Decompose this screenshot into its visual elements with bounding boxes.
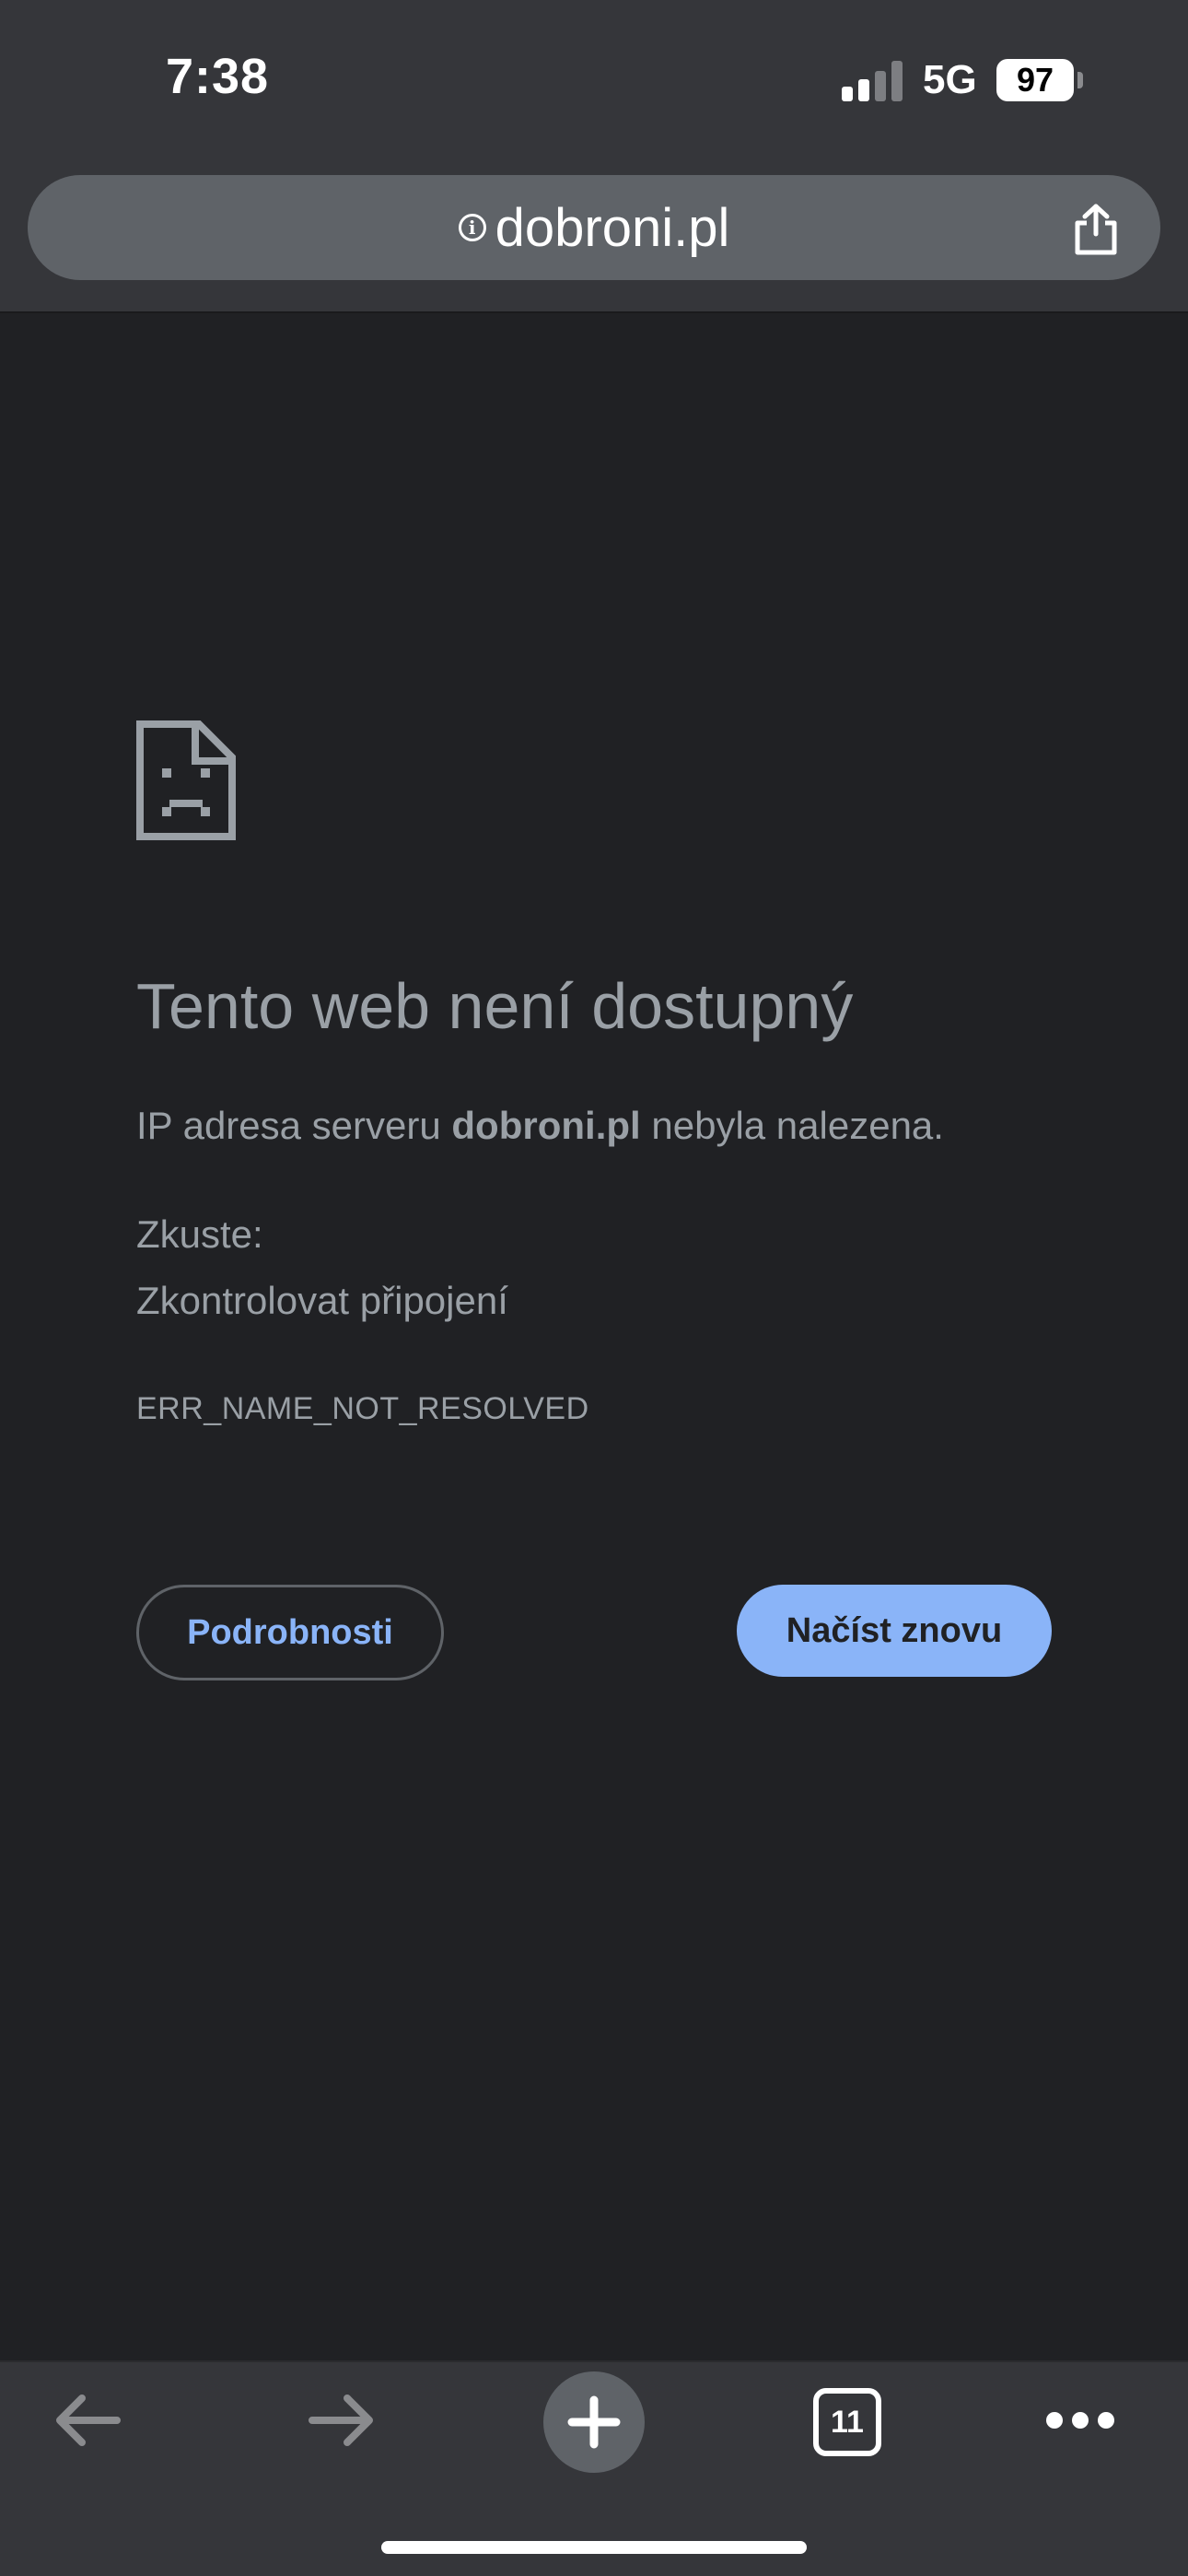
status-time: 7:38 — [166, 49, 270, 104]
sad-page-icon — [136, 720, 236, 840]
network-type: 5G — [923, 57, 977, 102]
address-bar-content: i dobroni.pl — [28, 175, 1160, 280]
suggestion-item: Zkontrolovat připojení — [136, 1279, 508, 1322]
error-title: Tento web není dostupný — [136, 970, 854, 1042]
browser-screen: 7:38 5G 97 i dobroni.pl Tento web není d… — [0, 0, 1188, 2576]
share-icon[interactable] — [1070, 203, 1122, 256]
cellular-signal-icon — [842, 61, 904, 101]
error-desc-prefix: IP adresa serveru — [136, 1104, 452, 1147]
reload-button[interactable]: Načíst znovu — [737, 1585, 1052, 1677]
tab-switcher-button[interactable]: 11 — [813, 2388, 881, 2456]
error-desc-suffix: nebyla nalezena. — [640, 1104, 944, 1147]
error-description: IP adresa serveru dobroni.pl nebyla nale… — [136, 1104, 944, 1148]
battery-level: 97 — [996, 59, 1074, 101]
plus-icon — [567, 2395, 621, 2449]
new-tab-button[interactable] — [543, 2371, 645, 2473]
error-desc-domain: dobroni.pl — [451, 1104, 641, 1147]
back-arrow-icon — [56, 2395, 121, 2446]
info-icon[interactable]: i — [458, 214, 486, 241]
top-chrome: 7:38 5G 97 i dobroni.pl — [0, 0, 1188, 313]
more-menu-button[interactable] — [1030, 2370, 1131, 2471]
address-bar[interactable]: i dobroni.pl — [28, 175, 1160, 280]
back-button[interactable] — [37, 2370, 138, 2471]
forward-button[interactable] — [291, 2370, 392, 2471]
forward-arrow-icon — [309, 2395, 373, 2446]
more-dots-icon — [1046, 2412, 1114, 2429]
battery-cap — [1077, 72, 1083, 88]
details-button[interactable]: Podrobnosti — [136, 1585, 444, 1680]
suggestions-label: Zkuste: — [136, 1212, 263, 1256]
error-code: ERR_NAME_NOT_RESOLVED — [136, 1391, 589, 1426]
url-text[interactable]: dobroni.pl — [495, 197, 730, 259]
home-indicator[interactable] — [381, 2541, 807, 2554]
